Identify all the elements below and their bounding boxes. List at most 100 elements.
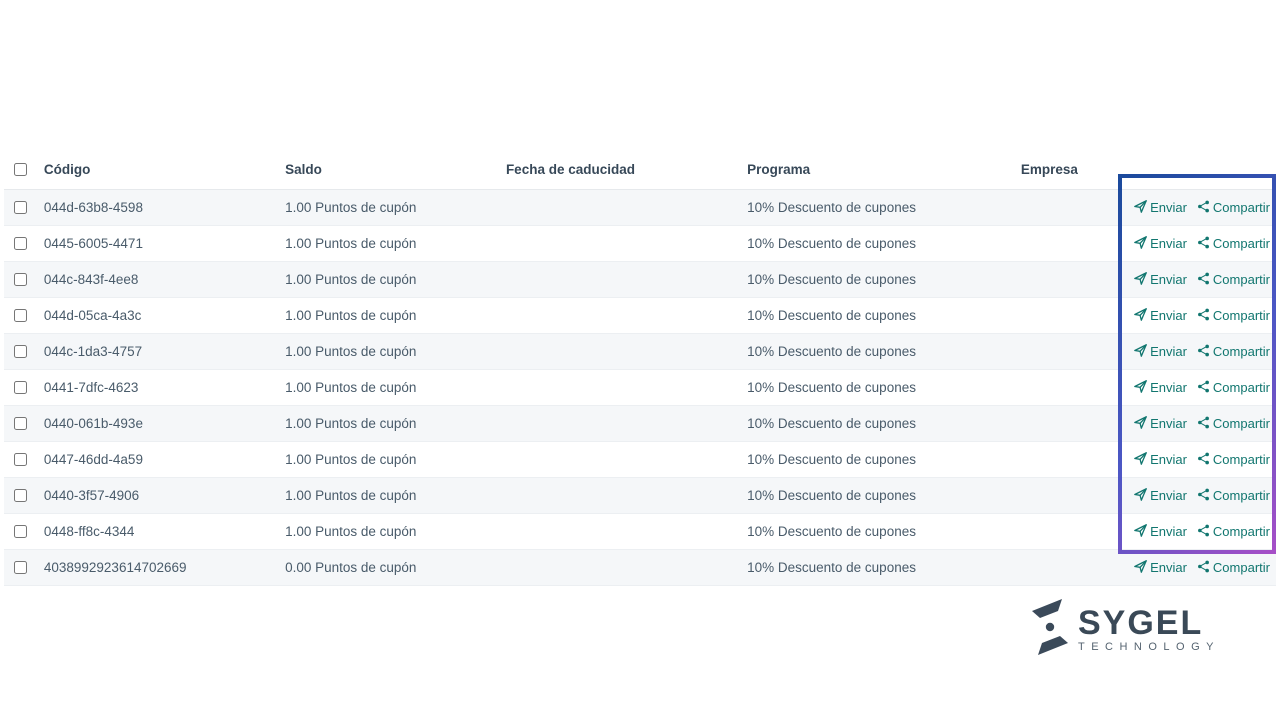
- compartir-label: Compartir: [1213, 272, 1270, 287]
- cell-empresa: [1015, 334, 1115, 370]
- enviar-button[interactable]: Enviar: [1134, 272, 1187, 288]
- enviar-label: Enviar: [1150, 344, 1187, 359]
- compartir-label: Compartir: [1213, 416, 1270, 431]
- send-icon: [1134, 380, 1147, 396]
- cell-saldo: 1.00 Puntos de cupón: [279, 190, 500, 226]
- share-icon: [1197, 488, 1210, 504]
- enviar-label: Enviar: [1150, 452, 1187, 467]
- share-icon: [1197, 236, 1210, 252]
- header-caducidad[interactable]: Fecha de caducidad: [500, 150, 741, 190]
- cell-saldo: 1.00 Puntos de cupón: [279, 478, 500, 514]
- table-row[interactable]: 0440-061b-493e1.00 Puntos de cupón10% De…: [4, 406, 1276, 442]
- cell-empresa: [1015, 406, 1115, 442]
- row-checkbox[interactable]: [14, 345, 27, 358]
- brand-name: SYGEL: [1078, 606, 1220, 640]
- compartir-button[interactable]: Compartir: [1197, 488, 1270, 504]
- share-icon: [1197, 560, 1210, 576]
- enviar-button[interactable]: Enviar: [1134, 308, 1187, 324]
- cell-codigo: 0447-46dd-4a59: [38, 442, 279, 478]
- select-all-checkbox[interactable]: [14, 163, 27, 176]
- enviar-label: Enviar: [1150, 308, 1187, 323]
- header-codigo[interactable]: Código: [38, 150, 279, 190]
- table-row[interactable]: 044d-63b8-45981.00 Puntos de cupón 10% De…: [4, 190, 1276, 226]
- enviar-button[interactable]: Enviar: [1134, 488, 1187, 504]
- brand-logo-icon: [1028, 599, 1072, 660]
- row-checkbox[interactable]: [14, 309, 27, 322]
- compartir-button[interactable]: Compartir: [1197, 236, 1270, 252]
- cell-programa: 10% Descuento de cupones: [741, 550, 1015, 586]
- compartir-button[interactable]: Compartir: [1197, 452, 1270, 468]
- table-row[interactable]: 0440-3f57-49061.00 Puntos de cupón10% De…: [4, 478, 1276, 514]
- enviar-label: Enviar: [1150, 488, 1187, 503]
- send-icon: [1134, 488, 1147, 504]
- compartir-button[interactable]: Compartir: [1197, 560, 1270, 576]
- cell-saldo: 1.00 Puntos de cupón: [279, 370, 500, 406]
- header-programa[interactable]: Programa: [741, 150, 1015, 190]
- enviar-button[interactable]: Enviar: [1134, 236, 1187, 252]
- table-row[interactable]: 0448-ff8c-43441.00 Puntos de cupón 10% De…: [4, 514, 1276, 550]
- cell-saldo: 1.00 Puntos de cupón: [279, 442, 500, 478]
- enviar-button[interactable]: Enviar: [1134, 380, 1187, 396]
- table-row[interactable]: 0445-6005-44711.00 Puntos de cupón10% De…: [4, 226, 1276, 262]
- table-row[interactable]: 044c-1da3-47571.00 Puntos de cupón10% De…: [4, 334, 1276, 370]
- table-row[interactable]: 0447-46dd-4a591.00 Puntos de cupón10% De…: [4, 442, 1276, 478]
- cell-empresa: [1015, 370, 1115, 406]
- enviar-button[interactable]: Enviar: [1134, 416, 1187, 432]
- enviar-button[interactable]: Enviar: [1134, 524, 1187, 540]
- cell-saldo: 1.00 Puntos de cupón: [279, 514, 500, 550]
- table-row[interactable]: 044c-843f-4ee81.00 Puntos de cupón10% De…: [4, 262, 1276, 298]
- compartir-label: Compartir: [1213, 488, 1270, 503]
- row-checkbox[interactable]: [14, 561, 27, 574]
- compartir-button[interactable]: Compartir: [1197, 308, 1270, 324]
- enviar-button[interactable]: Enviar: [1134, 200, 1187, 216]
- share-icon: [1197, 308, 1210, 324]
- compartir-button[interactable]: Compartir: [1197, 200, 1270, 216]
- header-saldo[interactable]: Saldo: [279, 150, 500, 190]
- compartir-button[interactable]: Compartir: [1197, 344, 1270, 360]
- cell-caducidad: [500, 190, 741, 226]
- cell-codigo: 044c-1da3-4757: [38, 334, 279, 370]
- header-empresa[interactable]: Empresa: [1015, 150, 1115, 190]
- row-checkbox[interactable]: [14, 381, 27, 394]
- cell-saldo: 1.00 Puntos de cupón: [279, 334, 500, 370]
- cell-empresa: [1015, 550, 1115, 586]
- cell-programa: 10% Descuento de cupones: [741, 190, 1015, 226]
- cell-empresa: [1015, 442, 1115, 478]
- compartir-button[interactable]: Compartir: [1197, 524, 1270, 540]
- cell-empresa: [1015, 226, 1115, 262]
- enviar-label: Enviar: [1150, 236, 1187, 251]
- cell-caducidad: [500, 550, 741, 586]
- table-row[interactable]: 40389929236147026690.00 Puntos de cupón1…: [4, 550, 1276, 586]
- table-row[interactable]: 0441-7dfc-46231.00 Puntos de cupón10% De…: [4, 370, 1276, 406]
- send-icon: [1134, 452, 1147, 468]
- compartir-button[interactable]: Compartir: [1197, 416, 1270, 432]
- header-select-all[interactable]: [4, 150, 38, 190]
- cell-codigo: 0448-ff8c-4344: [38, 514, 279, 550]
- cell-codigo: 0440-061b-493e: [38, 406, 279, 442]
- row-checkbox[interactable]: [14, 201, 27, 214]
- compartir-label: Compartir: [1213, 560, 1270, 575]
- row-checkbox[interactable]: [14, 237, 27, 250]
- cell-empresa: [1015, 190, 1115, 226]
- cell-saldo: 0.00 Puntos de cupón: [279, 550, 500, 586]
- share-icon: [1197, 524, 1210, 540]
- cell-programa: 10% Descuento de cupones: [741, 514, 1015, 550]
- enviar-button[interactable]: Enviar: [1134, 344, 1187, 360]
- row-checkbox[interactable]: [14, 453, 27, 466]
- table-row[interactable]: 044d-05ca-4a3c1.00 Puntos de cupón10% De…: [4, 298, 1276, 334]
- cell-codigo: 044d-63b8-4598: [38, 190, 279, 226]
- enviar-button[interactable]: Enviar: [1134, 560, 1187, 576]
- cell-empresa: [1015, 478, 1115, 514]
- share-icon: [1197, 344, 1210, 360]
- enviar-button[interactable]: Enviar: [1134, 452, 1187, 468]
- brand-tagline: TECHNOLOGY: [1078, 642, 1220, 653]
- compartir-button[interactable]: Compartir: [1197, 380, 1270, 396]
- row-checkbox[interactable]: [14, 273, 27, 286]
- cell-caducidad: [500, 442, 741, 478]
- row-checkbox[interactable]: [14, 417, 27, 430]
- compartir-label: Compartir: [1213, 344, 1270, 359]
- row-checkbox[interactable]: [14, 489, 27, 502]
- row-checkbox[interactable]: [14, 525, 27, 538]
- share-icon: [1197, 380, 1210, 396]
- compartir-button[interactable]: Compartir: [1197, 272, 1270, 288]
